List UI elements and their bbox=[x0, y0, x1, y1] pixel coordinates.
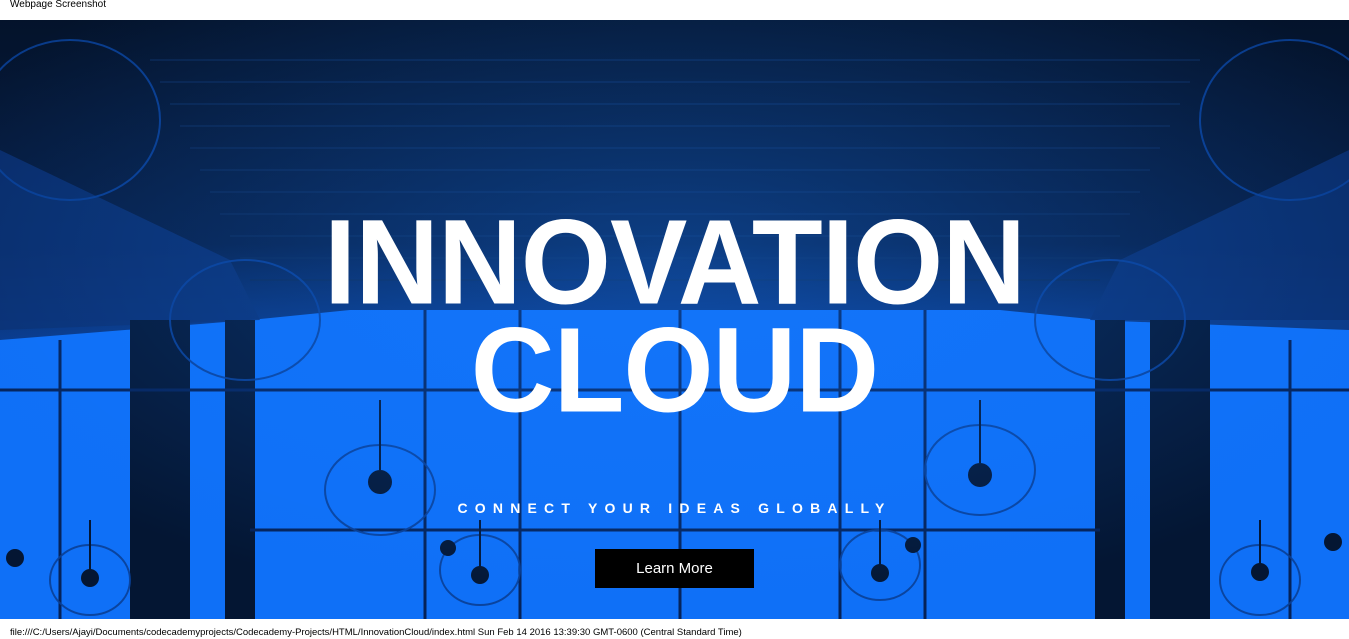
file-info-bar: file:///C:/Users/Ajayi/Documents/codecad… bbox=[0, 619, 1349, 639]
hero-title-line-2: CLOUD bbox=[470, 302, 879, 438]
hero-title: INNOVATION CLOUD bbox=[0, 194, 1349, 438]
hero-tagline: CONNECT YOUR IDEAS GLOBALLY bbox=[457, 500, 892, 516]
file-path-timestamp: file:///C:/Users/Ajayi/Documents/codecad… bbox=[10, 627, 742, 638]
hero-section: INNOVATION CLOUD CONNECT YOUR IDEAS GLOB… bbox=[0, 20, 1349, 619]
hero-title-line-1: INNOVATION bbox=[323, 194, 1026, 330]
screenshot-caption-bar: Webpage Screenshot bbox=[0, 0, 1349, 20]
screenshot-caption: Webpage Screenshot bbox=[10, 0, 106, 10]
learn-more-button[interactable]: Learn More bbox=[595, 549, 754, 588]
